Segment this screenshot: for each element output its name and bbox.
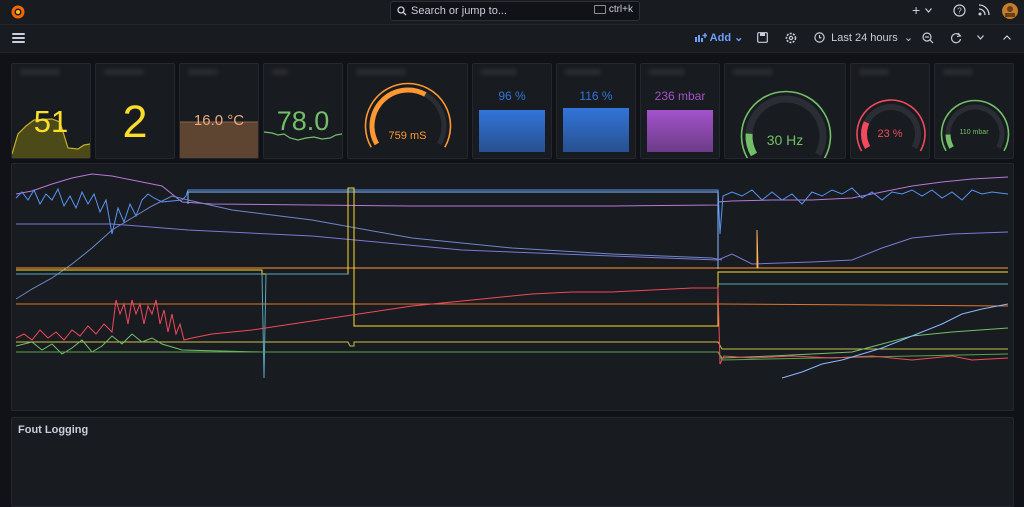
gauge-track [945, 104, 1005, 149]
gauge-value: 110 mbar [959, 129, 989, 136]
bar-gauge-bar [563, 108, 629, 152]
bar-gauge-panel-2[interactable]: 116 % [556, 63, 636, 159]
series-line-indigo [16, 223, 1009, 265]
chevron-down-icon[interactable] [925, 8, 932, 13]
stat-panel-1[interactable]: 51 [11, 63, 91, 159]
bar-gauge-bar [479, 109, 545, 152]
panel-title-blurred [481, 69, 517, 75]
series-line-green-2 [16, 351, 1009, 361]
stat-panel-2[interactable]: 2 [95, 63, 175, 159]
gauge-panel-4[interactable]: 110 mbar [934, 63, 1014, 159]
bar-gauge-bar [647, 109, 713, 152]
keyboard-icon [593, 4, 606, 14]
gauge-panel-2[interactable]: 30 Hz [724, 63, 846, 159]
svg-text:?: ? [957, 7, 962, 16]
gauge-arc [856, 99, 926, 152]
gauge-value: 30 Hz [766, 132, 804, 148]
refresh-interval-chevron-icon[interactable] [977, 35, 984, 40]
dashboard-toolbar: Add ⌄ Last 24 hours ⌄ [0, 25, 1024, 53]
bar-gauge-panel-3[interactable]: 236 mbar [640, 63, 720, 159]
series-line-steel [15, 195, 723, 300]
bar-gauge-value: 236 mbar [654, 89, 706, 103]
new-plus-icon[interactable]: + [912, 3, 920, 17]
series-line-teal [16, 273, 348, 379]
stat-panel-3[interactable]: 16.0 °C [179, 63, 259, 159]
series-line-yellow-2 [16, 341, 1008, 350]
log-panel[interactable]: Fout Logging [11, 417, 1014, 507]
log-panel-title: Fout Logging [18, 424, 89, 436]
sparkline [180, 121, 258, 158]
rss-news-icon[interactable] [978, 4, 990, 16]
bar-gauge-value: 96 % [498, 89, 526, 103]
save-icon[interactable] [757, 32, 768, 43]
series-line-blue [15, 187, 1009, 235]
top-bar: Search or jump to... ctrl+k + ? [0, 0, 1024, 25]
gauge-arc [364, 82, 452, 148]
gauge-value: 23 % [877, 128, 903, 140]
stat-value: 51 [33, 104, 69, 139]
series-line-orange-2 [16, 303, 1009, 307]
stat-value: 16.0 °C [193, 112, 245, 129]
stat-value: 78.0 [276, 106, 330, 136]
gauge-arc [940, 99, 1010, 152]
keyboard-shortcut: ctrl+k [593, 4, 633, 15]
add-label: Add [709, 32, 732, 44]
clock-icon [814, 32, 825, 43]
series-line-green [15, 327, 1009, 359]
add-button[interactable]: Add ⌄ [695, 31, 743, 44]
series-line-spike [756, 229, 759, 269]
bar-gauge-panel-1[interactable]: 96 % [472, 63, 552, 159]
gauge-panel-3[interactable]: 23 % [850, 63, 930, 159]
stat-value: 2 [122, 96, 148, 147]
gauge-value: 759 mS [388, 130, 427, 142]
panel-title-blurred [649, 69, 685, 75]
time-range-label: Last 24 hours [831, 32, 898, 44]
search-placeholder: Search or jump to... [411, 5, 507, 17]
help-icon[interactable]: ? [953, 4, 966, 17]
menu-icon[interactable] [12, 33, 25, 43]
refresh-icon[interactable] [950, 32, 962, 44]
panel-title-blurred [104, 69, 144, 75]
stat-panel-4[interactable]: 78.0 [263, 63, 343, 159]
settings-gear-icon[interactable] [785, 32, 797, 44]
search-input[interactable]: Search or jump to... ctrl+k [390, 1, 640, 21]
time-series-plot [15, 173, 1009, 379]
gauge-panel-1[interactable]: 759 mS [347, 63, 468, 159]
shortcut-label: ctrl+k [608, 4, 633, 15]
collapse-chevron-up-icon[interactable] [1003, 35, 1011, 40]
zoom-out-icon[interactable] [922, 32, 934, 44]
panel-title-blurred [565, 69, 601, 75]
add-panel-icon [695, 33, 708, 42]
gauge-fill [945, 134, 954, 149]
time-series-panel[interactable] [11, 163, 1014, 411]
user-avatar-icon[interactable] [1002, 3, 1018, 19]
time-range-picker[interactable]: Last 24 hours ⌄ [814, 31, 913, 44]
bar-gauge-value: 116 % [579, 89, 613, 103]
search-icon [397, 6, 407, 16]
grafana-logo-icon[interactable] [10, 4, 26, 20]
